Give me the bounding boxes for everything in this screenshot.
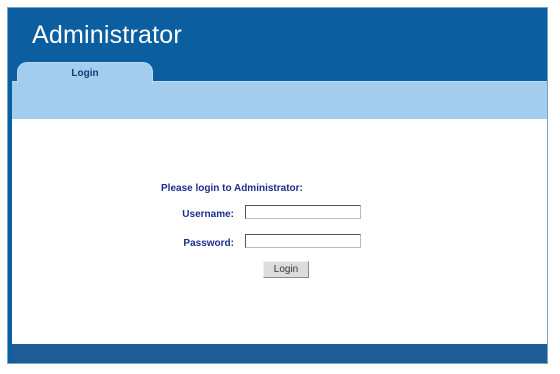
password-label: Password: — [183, 238, 234, 249]
username-label: Username: — [182, 209, 234, 220]
password-field[interactable] — [245, 234, 361, 248]
app-title: Administrator — [32, 21, 182, 49]
admin-window: Administrator Login Please login to Admi… — [7, 7, 548, 364]
tab-login[interactable]: Login — [17, 62, 153, 84]
login-panel: Please login to Administrator: Username:… — [12, 119, 547, 344]
tab-bar: Login — [12, 62, 547, 120]
footer-bar — [12, 344, 547, 363]
login-button[interactable]: Login — [263, 261, 309, 278]
login-prompt: Please login to Administrator: — [161, 183, 303, 194]
username-field[interactable] — [245, 205, 361, 219]
